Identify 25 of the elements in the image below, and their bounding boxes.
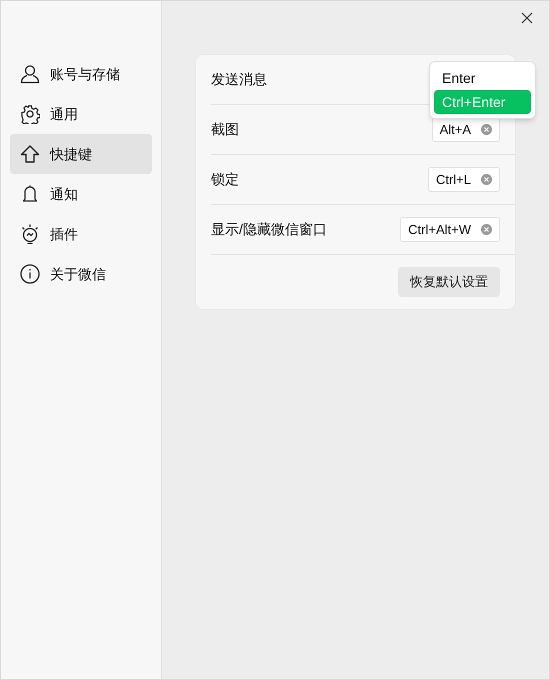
dropdown-option[interactable]: Enter: [434, 66, 531, 90]
sidebar-item[interactable]: 通知: [10, 174, 152, 214]
sidebar-item[interactable]: 快捷键: [10, 134, 152, 174]
info-icon: [20, 264, 40, 284]
shortcut-field[interactable]: Ctrl+L: [428, 167, 500, 192]
shortcut-field[interactable]: Ctrl+Alt+W: [400, 217, 500, 242]
restore-defaults-button[interactable]: 恢复默认设置: [398, 267, 500, 297]
arrow-up-icon: [20, 144, 40, 164]
sidebar-item[interactable]: 账号与存储: [10, 54, 152, 94]
shortcut-label: 显示/隐藏微信窗口: [211, 220, 327, 239]
sidebar-item[interactable]: 关于微信: [10, 254, 152, 294]
clear-icon[interactable]: [481, 224, 492, 235]
sidebar-item[interactable]: 插件: [10, 214, 152, 254]
settings-icon: [20, 104, 40, 124]
sidebar-item[interactable]: 通用: [10, 94, 152, 134]
shortcut-field[interactable]: Alt+A: [432, 117, 500, 142]
shortcut-label: 锁定: [211, 170, 239, 189]
shortcut-label: 截图: [211, 120, 239, 139]
clear-icon[interactable]: [481, 174, 492, 185]
clear-icon[interactable]: [481, 124, 492, 135]
shortcut-label: 发送消息: [211, 70, 267, 89]
user-icon: [20, 64, 40, 84]
bulb-icon: [20, 224, 40, 244]
bell-icon: [20, 184, 40, 204]
close-icon[interactable]: [521, 12, 533, 24]
